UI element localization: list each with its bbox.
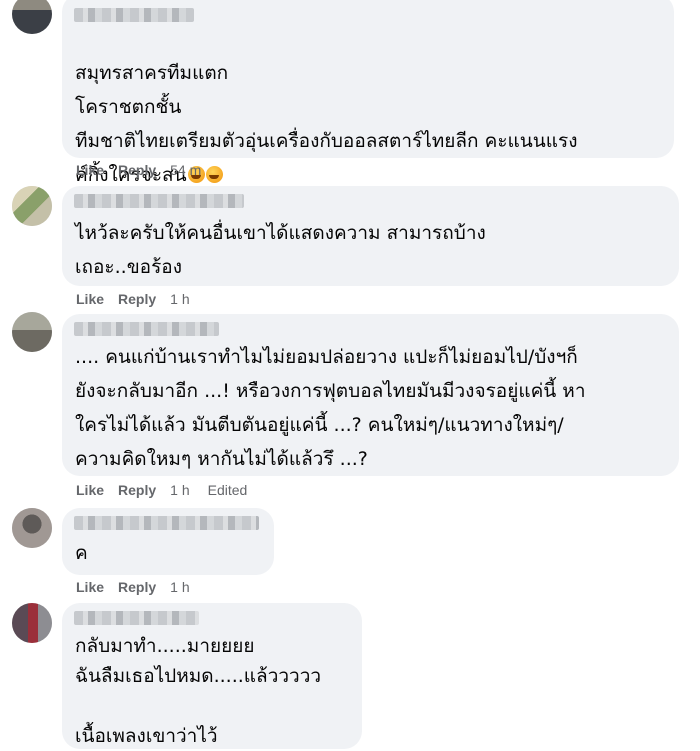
reply-button[interactable]: Reply	[118, 482, 156, 498]
comment-actions: Like Reply 54 m	[76, 160, 219, 180]
avatar[interactable]	[12, 508, 52, 548]
comment-text: กลับมาทำ.....มายยยย ฉันลืมเธอไปหมด.....แ…	[75, 635, 322, 747]
comment-text: .... คนแก่บ้านเราทำไมไม่ยอมปล่อยวาง แปะก…	[75, 346, 586, 470]
comment-text: ค	[75, 542, 88, 564]
comment-timestamp[interactable]: 1 h	[170, 482, 189, 498]
like-button[interactable]: Like	[76, 291, 104, 307]
comment-timestamp[interactable]: 54 m	[170, 162, 201, 178]
like-button[interactable]: Like	[76, 482, 104, 498]
comment-bubble: .... คนแก่บ้านเราทำไมไม่ยอมปล่อยวาง แปะก…	[62, 314, 679, 476]
comment-timestamp[interactable]: 1 h	[170, 291, 189, 307]
reply-button[interactable]: Reply	[118, 579, 156, 595]
edited-label[interactable]: Edited	[208, 482, 248, 498]
author-name-redacted[interactable]	[74, 516, 259, 530]
comment-actions: Like Reply 1 h Edited	[76, 480, 247, 500]
reply-button[interactable]: Reply	[118, 162, 156, 178]
comment-bubble: ไหว้ละครับให้คนอื่นเขาได้แสดงความ สามารถ…	[62, 186, 679, 286]
author-name-redacted[interactable]	[74, 194, 244, 208]
avatar[interactable]	[12, 0, 52, 34]
comment-actions: Like Reply 1 h	[76, 289, 208, 309]
like-button[interactable]: Like	[76, 162, 104, 178]
avatar[interactable]	[12, 603, 52, 643]
avatar[interactable]	[12, 186, 52, 226]
comment-timestamp[interactable]: 1 h	[170, 579, 189, 595]
comment-text: ไหว้ละครับให้คนอื่นเขาได้แสดงความ สามารถ…	[75, 222, 486, 278]
comment-bubble: กลับมาทำ.....มายยยย ฉันลืมเธอไปหมด.....แ…	[62, 603, 362, 749]
comment-bubble: สมุทรสาครทีมแตก โคราชตกชั้น ทีมชาติไทยเต…	[62, 0, 674, 186]
avatar[interactable]	[12, 312, 52, 352]
author-name-redacted[interactable]	[74, 611, 199, 625]
like-button[interactable]: Like	[76, 579, 104, 595]
author-name-redacted[interactable]	[74, 8, 194, 22]
author-name-redacted[interactable]	[74, 322, 219, 336]
reply-button[interactable]: Reply	[118, 291, 156, 307]
comment-actions: Like Reply 1 h	[76, 577, 208, 597]
comment-bubble: ค	[62, 508, 274, 575]
